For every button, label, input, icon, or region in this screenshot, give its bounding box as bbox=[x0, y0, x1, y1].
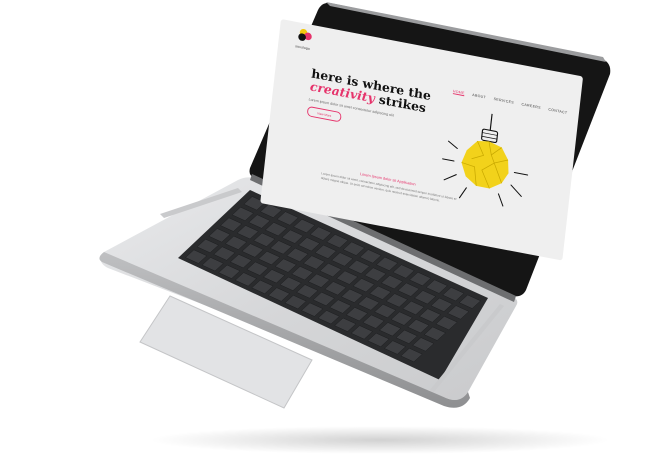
nav-about[interactable]: ABOUT bbox=[472, 93, 486, 100]
nav-careers[interactable]: CAREERS bbox=[521, 102, 541, 110]
nav-home[interactable]: HOME bbox=[452, 89, 465, 97]
bulb-wire bbox=[489, 113, 493, 131]
ground-shadow bbox=[150, 426, 610, 454]
nav-services[interactable]: SERVICES bbox=[493, 97, 514, 105]
view-more-button[interactable]: View More bbox=[306, 105, 342, 123]
laptop-mockup-scene: sanslogo HOME ABOUT SERVICES CAREERS CON… bbox=[0, 0, 667, 465]
bulb-socket bbox=[481, 128, 499, 144]
nav-contact[interactable]: CONTACT bbox=[548, 108, 567, 116]
logo-dot-black bbox=[297, 32, 307, 42]
